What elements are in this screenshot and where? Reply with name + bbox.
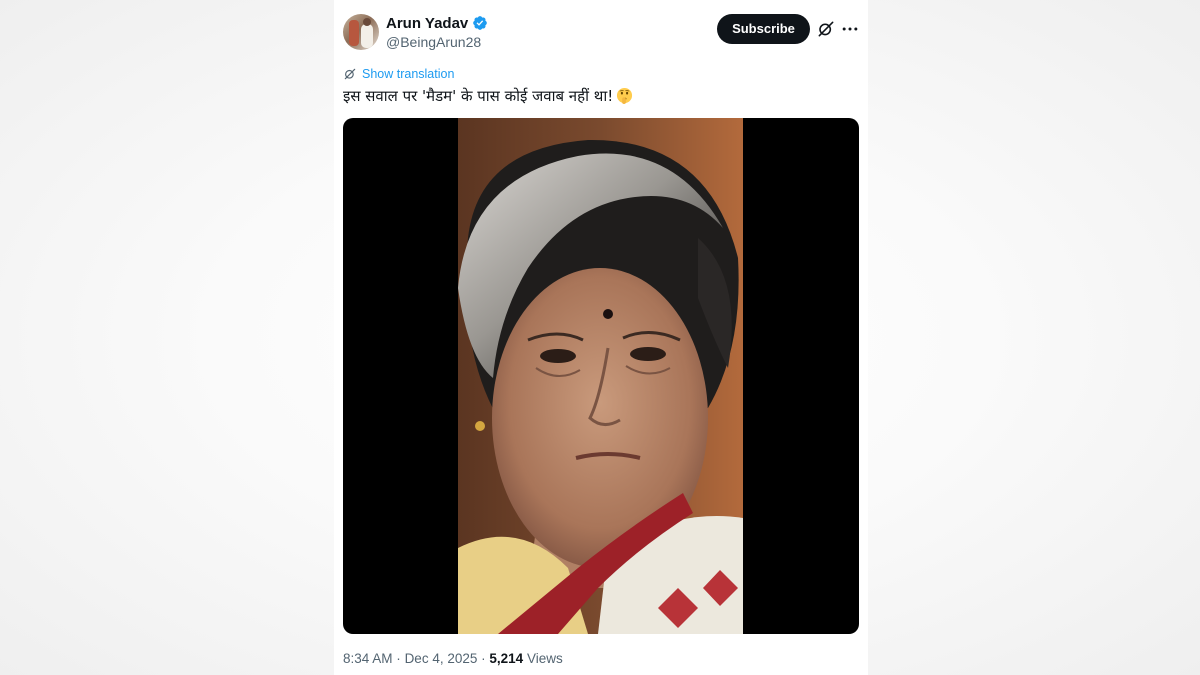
grok-icon[interactable] xyxy=(816,19,836,39)
author-handle[interactable]: @BeingArun28 xyxy=(386,34,481,50)
verified-badge-icon xyxy=(473,16,488,30)
tweet-card: Arun Yadav @BeingArun28 Subscribe Show t… xyxy=(334,0,868,675)
tweet-date[interactable]: Dec 4, 2025 xyxy=(405,651,478,666)
tweet-meta: 8:34 AM · Dec 4, 2025 · 5,214 Views xyxy=(343,651,563,666)
translate-icon xyxy=(344,68,356,80)
author-display-name[interactable]: Arun Yadav xyxy=(386,15,468,32)
shushing-face-emoji xyxy=(617,87,633,104)
tweet-text: इस सवाल पर 'मैडम' के पास कोई जवाब नहीं थ… xyxy=(343,86,633,106)
tweet-text-content: इस सवाल पर 'मैडम' के पास कोई जवाब नहीं थ… xyxy=(343,87,614,105)
author-name-row: Arun Yadav xyxy=(386,14,488,32)
views-count: 5,214 xyxy=(489,651,524,666)
avatar[interactable] xyxy=(343,14,379,50)
avatar-figure-right xyxy=(361,24,373,48)
show-translation-link[interactable]: Show translation xyxy=(362,67,454,81)
more-icon[interactable] xyxy=(840,19,860,39)
subscribe-button[interactable]: Subscribe xyxy=(717,14,810,44)
avatar-figure-left xyxy=(349,20,359,46)
tweet-video[interactable] xyxy=(343,118,859,634)
tweet-time[interactable]: 8:34 AM xyxy=(343,651,393,666)
avatar-head xyxy=(363,18,371,26)
meta-separator-2: · xyxy=(481,651,486,666)
video-frame xyxy=(458,118,743,634)
views-label: Views xyxy=(526,651,563,666)
meta-separator: · xyxy=(396,651,401,666)
translation-row: Show translation xyxy=(343,66,454,82)
